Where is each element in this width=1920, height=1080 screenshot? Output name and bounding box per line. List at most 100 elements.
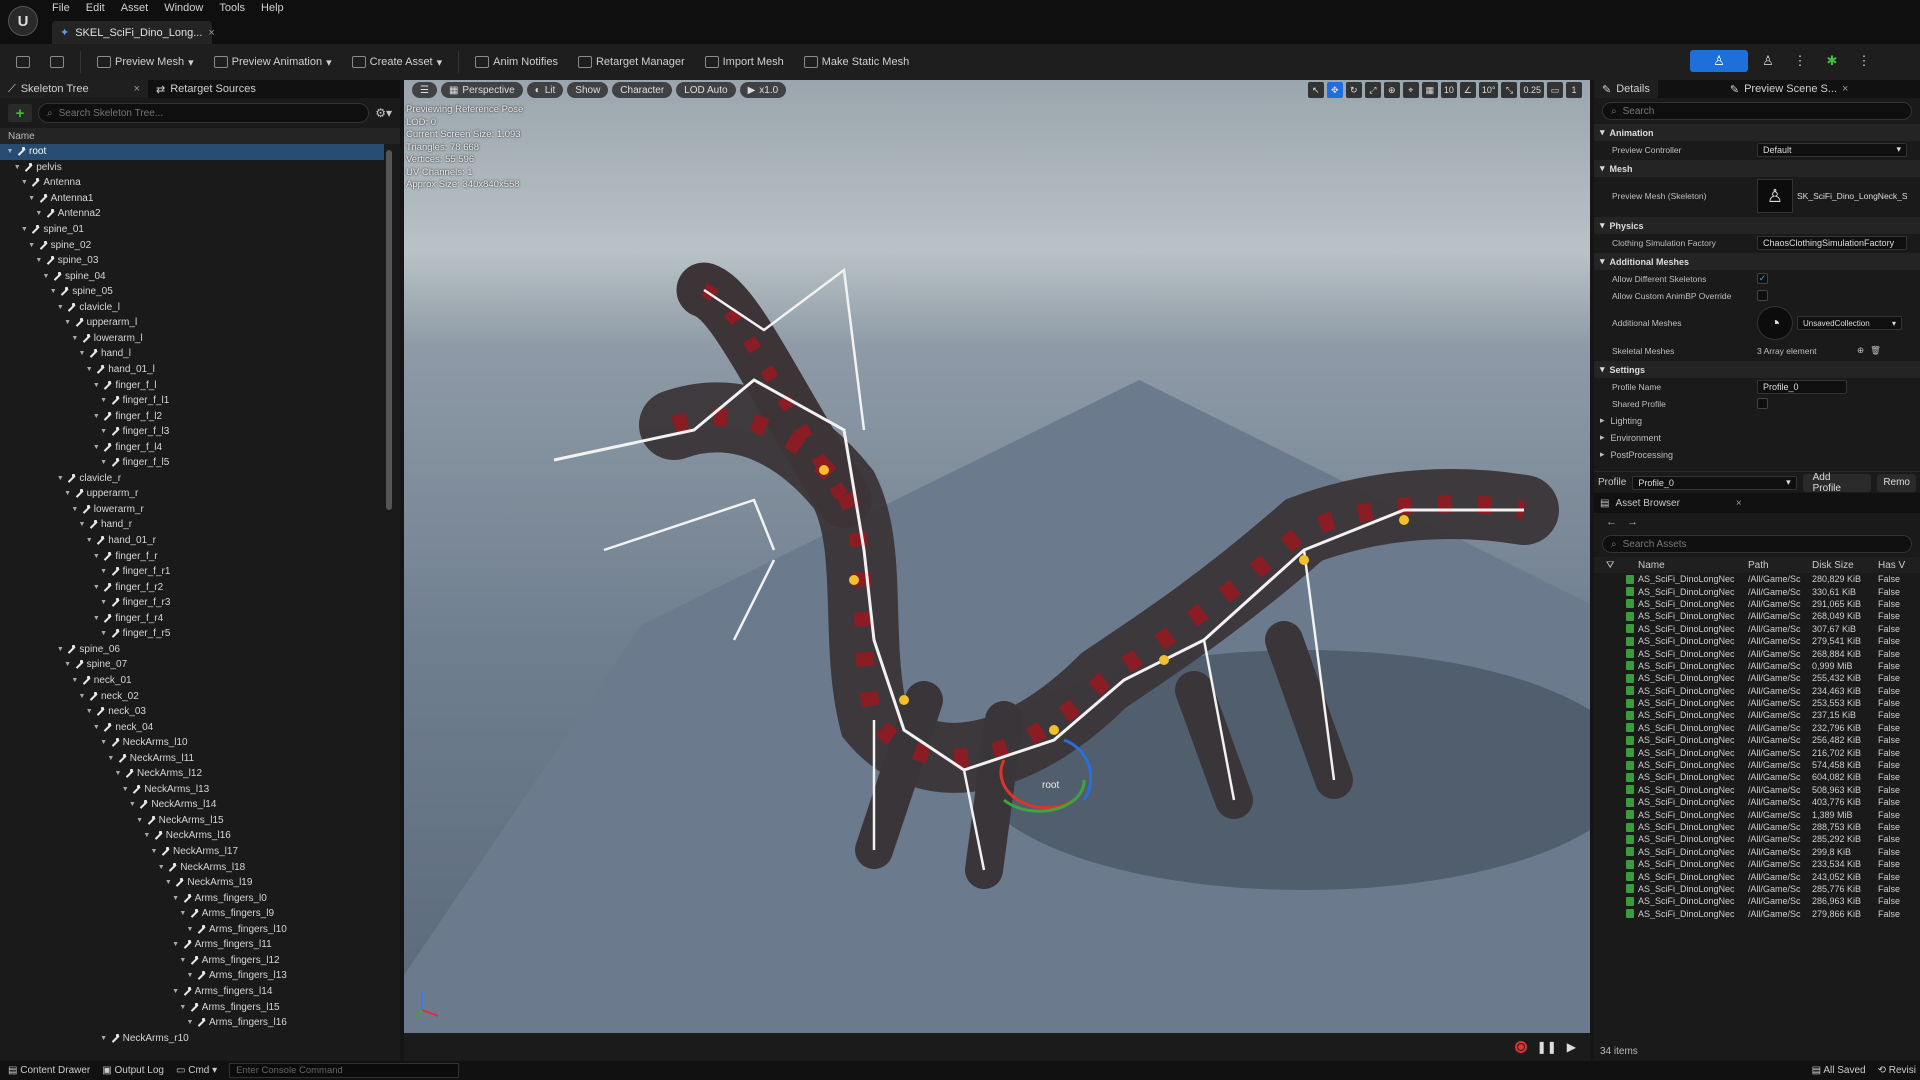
expand-arrow-icon[interactable]: ▼ bbox=[100, 1035, 108, 1042]
expand-arrow-icon[interactable]: ▼ bbox=[20, 179, 28, 186]
rotation-snap-value[interactable]: 10° bbox=[1478, 82, 1499, 98]
bone-row[interactable]: ▼ hand_01_l bbox=[0, 362, 384, 378]
category-physics[interactable]: ▾ Physics bbox=[1594, 217, 1920, 234]
menu-file[interactable]: File bbox=[52, 2, 70, 18]
expand-arrow-icon[interactable]: ▼ bbox=[78, 521, 86, 528]
bone-row[interactable]: ▼ Antenna1 bbox=[0, 191, 384, 207]
category-settings[interactable]: ▾ Settings bbox=[1594, 361, 1920, 378]
expand-arrow-icon[interactable]: ▼ bbox=[78, 693, 86, 700]
category-mesh[interactable]: ▾ Mesh bbox=[1594, 160, 1920, 177]
surface-snap-icon[interactable]: ⌖ bbox=[1402, 82, 1419, 98]
bone-row[interactable]: ▼ NeckArms_l13 bbox=[0, 782, 384, 798]
expand-arrow-icon[interactable]: ▼ bbox=[42, 273, 50, 280]
bone-row[interactable]: ▼ finger_f_l4 bbox=[0, 439, 384, 455]
expand-arrow-icon[interactable]: ▼ bbox=[164, 879, 172, 886]
asset-row[interactable]: AS_SciFi_DinoLongNec/All/Game/Sc 232,796 … bbox=[1594, 722, 1920, 734]
clothing-factory-dropdown[interactable]: ChaosClothingSimulationFactory bbox=[1757, 235, 1907, 250]
save-button[interactable] bbox=[8, 52, 38, 72]
expand-arrow-icon[interactable]: ▼ bbox=[100, 599, 108, 606]
expand-arrow-icon[interactable]: ▼ bbox=[28, 242, 36, 249]
subcategory-lighting[interactable]: ▸ Lighting bbox=[1594, 412, 1920, 429]
subcategory-environment[interactable]: ▸ Environment bbox=[1594, 429, 1920, 446]
expand-arrow-icon[interactable]: ▼ bbox=[179, 957, 187, 964]
asset-row[interactable]: AS_SciFi_DinoLongNec/All/Game/Sc 255,432 … bbox=[1594, 672, 1920, 684]
expand-arrow-icon[interactable]: ▼ bbox=[100, 459, 108, 466]
bone-row[interactable]: ▼ NeckArms_r10 bbox=[0, 1030, 384, 1046]
bone-row[interactable]: ▼ NeckArms_l18 bbox=[0, 859, 384, 875]
tab-details[interactable]: ✎ Details bbox=[1594, 80, 1658, 98]
bone-row[interactable]: ▼ root bbox=[0, 144, 384, 160]
expand-arrow-icon[interactable]: ▼ bbox=[143, 832, 151, 839]
menu-tools[interactable]: Tools bbox=[219, 2, 245, 18]
pause-icon[interactable]: ❚❚ bbox=[1537, 1040, 1557, 1054]
expand-arrow-icon[interactable]: ▼ bbox=[78, 350, 86, 357]
bone-row[interactable]: ▼ upperarm_l bbox=[0, 315, 384, 331]
asset-row[interactable]: AS_SciFi_DinoLongNec/All/Game/Sc 508,963 … bbox=[1594, 784, 1920, 796]
filter-icon[interactable]: ⛛ bbox=[1594, 560, 1638, 571]
mesh-thumbnail[interactable]: ♙ bbox=[1757, 179, 1793, 213]
bone-row[interactable]: ▼ lowerarm_l bbox=[0, 331, 384, 347]
expand-arrow-icon[interactable]: ▼ bbox=[85, 366, 93, 373]
expand-arrow-icon[interactable]: ▼ bbox=[92, 553, 100, 560]
back-arrow-icon[interactable]: ← bbox=[1606, 516, 1617, 528]
preview-animation-button[interactable]: Preview Animation ▾ bbox=[206, 52, 340, 73]
profile-dropdown[interactable]: Profile_0 ▾ bbox=[1632, 475, 1797, 490]
bone-row[interactable]: ▼ finger_f_r2 bbox=[0, 579, 384, 595]
asset-row[interactable]: AS_SciFi_DinoLongNec/All/Game/Sc 279,541 … bbox=[1594, 635, 1920, 647]
expand-arrow-icon[interactable]: ▼ bbox=[179, 1004, 187, 1011]
expand-arrow-icon[interactable]: ▼ bbox=[150, 848, 158, 855]
expand-arrow-icon[interactable]: ▼ bbox=[6, 148, 14, 155]
console-input[interactable]: Enter Console Command bbox=[229, 1063, 460, 1078]
column-has-virtualized[interactable]: Has V bbox=[1878, 560, 1908, 571]
asset-row[interactable]: AS_SciFi_DinoLongNec/All/Game/Sc 237,15 K… bbox=[1594, 709, 1920, 721]
expand-arrow-icon[interactable]: ▼ bbox=[172, 895, 180, 902]
document-tab[interactable]: ✦ SKEL_SciFi_Dino_Long... × bbox=[52, 21, 215, 44]
unreal-logo-icon[interactable]: U bbox=[8, 6, 38, 36]
close-icon[interactable]: × bbox=[1736, 498, 1742, 509]
browse-button[interactable] bbox=[42, 52, 72, 72]
bone-row[interactable]: ▼ NeckArms_l11 bbox=[0, 750, 384, 766]
asset-row[interactable]: AS_SciFi_DinoLongNec/All/Game/Sc 268,884 … bbox=[1594, 647, 1920, 659]
bone-row[interactable]: ▼ Arms_fingers_l16 bbox=[0, 1015, 384, 1031]
record-button[interactable] bbox=[1514, 1041, 1527, 1053]
expand-arrow-icon[interactable]: ▼ bbox=[92, 444, 100, 451]
close-icon[interactable]: × bbox=[208, 27, 214, 39]
asset-row[interactable]: AS_SciFi_DinoLongNec/All/Game/Sc 216,702 … bbox=[1594, 746, 1920, 758]
menu-window[interactable]: Window bbox=[164, 2, 203, 18]
expand-arrow-icon[interactable]: ▼ bbox=[56, 304, 64, 311]
bone-row[interactable]: ▼ spine_07 bbox=[0, 657, 384, 673]
mesh-mode-button[interactable]: ♙ bbox=[1756, 50, 1780, 72]
collection-thumbnail[interactable]: ◔ bbox=[1757, 306, 1793, 340]
remove-profile-button[interactable]: Remo bbox=[1877, 473, 1916, 492]
expand-arrow-icon[interactable]: ▼ bbox=[92, 724, 100, 731]
expand-arrow-icon[interactable]: ▼ bbox=[172, 941, 180, 948]
bone-row[interactable]: ▼ hand_l bbox=[0, 346, 384, 362]
bone-row[interactable]: ▼ NeckArms_l16 bbox=[0, 828, 384, 844]
subcategory-postprocessing[interactable]: ▸ PostProcessing bbox=[1594, 446, 1920, 463]
tab-skeleton-tree[interactable]: ⟋ Skeleton Tree × bbox=[0, 80, 149, 98]
create-asset-button[interactable]: Create Asset ▾ bbox=[344, 52, 451, 73]
allow-different-skeletons-checkbox[interactable]: ✓ bbox=[1757, 273, 1768, 284]
details-search[interactable]: ⌕ Search bbox=[1602, 102, 1912, 120]
bone-row[interactable]: ▼ Arms_fingers_l9 bbox=[0, 906, 384, 922]
make-static-mesh-button[interactable]: Make Static Mesh bbox=[796, 52, 917, 72]
expand-arrow-icon[interactable]: ▼ bbox=[157, 864, 165, 871]
import-mesh-button[interactable]: Import Mesh bbox=[697, 52, 792, 72]
expand-arrow-icon[interactable]: ▼ bbox=[121, 786, 129, 793]
asset-row[interactable]: AS_SciFi_DinoLongNec/All/Game/Sc 268,049 … bbox=[1594, 610, 1920, 622]
bone-row[interactable]: ▼ Arms_fingers_l12 bbox=[0, 953, 384, 969]
asset-row[interactable]: AS_SciFi_DinoLongNec/All/Game/Sc 233,534 … bbox=[1594, 858, 1920, 870]
expand-arrow-icon[interactable]: ▼ bbox=[13, 164, 21, 171]
expand-arrow-icon[interactable]: ▼ bbox=[35, 210, 43, 217]
playback-speed-button[interactable]: ▶ x1.0 bbox=[739, 82, 787, 98]
character-button[interactable]: Character bbox=[612, 82, 673, 98]
forward-arrow-icon[interactable]: → bbox=[1627, 516, 1638, 528]
asset-row[interactable]: AS_SciFi_DinoLongNec/All/Game/Sc 307,67 K… bbox=[1594, 623, 1920, 635]
bone-row[interactable]: ▼ finger_f_l5 bbox=[0, 455, 384, 471]
asset-browser-tab[interactable]: ▤ Asset Browser × bbox=[1594, 493, 1920, 513]
play-icon[interactable]: ▶ bbox=[1567, 1040, 1576, 1054]
bone-row[interactable]: ▼ NeckArms_l10 bbox=[0, 735, 384, 751]
asset-row[interactable]: AS_SciFi_DinoLongNec/All/Game/Sc 330,61 K… bbox=[1594, 585, 1920, 597]
asset-row[interactable]: AS_SciFi_DinoLongNec/All/Game/Sc 286,963 … bbox=[1594, 895, 1920, 907]
asset-row[interactable]: AS_SciFi_DinoLongNec/All/Game/Sc 299,8 Ki… bbox=[1594, 846, 1920, 858]
